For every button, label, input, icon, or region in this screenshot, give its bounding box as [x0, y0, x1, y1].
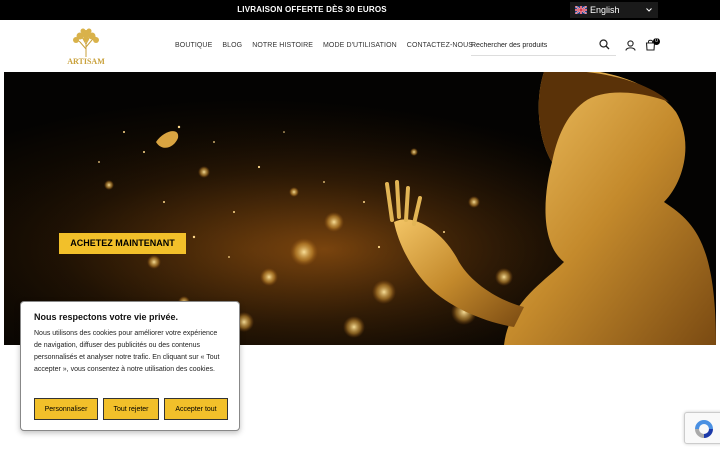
cookie-text: Nous utilisons des cookies pour améliore…	[34, 330, 220, 373]
artisam-logo[interactable]: ARTISAM	[60, 25, 112, 67]
shop-now-button[interactable]: ACHETEZ MAINTENANT	[59, 233, 186, 254]
search-box	[471, 34, 616, 56]
language-selector[interactable]: English	[570, 2, 658, 18]
nav-item-mode-utilisation[interactable]: MODE D'UTILISATION	[323, 42, 397, 49]
search-input[interactable]	[471, 35, 591, 56]
promo-banner: LIVRAISON OFFERTE DÈS 30 EUROS	[237, 5, 387, 14]
cookie-consent-dialog: Nous respectons votre vie privée. Nous u…	[20, 301, 240, 431]
recaptcha-badge[interactable]	[684, 412, 720, 444]
accept-all-button[interactable]: Accepter tout	[164, 398, 228, 420]
user-icon[interactable]	[625, 40, 636, 51]
nav-item-boutique[interactable]: BOUTIQUE	[175, 42, 212, 49]
language-label: English	[590, 5, 620, 15]
nav-item-notre-histoire[interactable]: NOTRE HISTOIRE	[252, 42, 313, 49]
reject-all-button[interactable]: Tout rejeter	[103, 398, 159, 420]
nav-item-contact[interactable]: CONTACTEZ-NOUS	[407, 42, 473, 49]
chevron-down-icon	[646, 8, 652, 12]
customize-button[interactable]: Personnaliser	[34, 398, 98, 420]
site-header: ARTISAM BOUTIQUE BLOG NOTRE HISTOIRE MOD…	[0, 20, 720, 72]
uk-flag-icon	[575, 6, 587, 14]
main-nav: BOUTIQUE BLOG NOTRE HISTOIRE MODE D'UTIL…	[175, 42, 473, 49]
cookie-title: Nous respectons votre vie privée.	[34, 312, 179, 322]
cookie-buttons: Personnaliser Tout rejeter Accepter tout	[34, 398, 228, 420]
search-icon[interactable]	[599, 39, 610, 50]
logo-text: ARTISAM	[67, 57, 105, 66]
top-bar: LIVRAISON OFFERTE DÈS 30 EUROS English	[0, 0, 720, 20]
cart-count-badge: 0	[653, 38, 660, 45]
recaptcha-icon	[695, 420, 713, 438]
nav-item-blog[interactable]: BLOG	[222, 42, 242, 49]
